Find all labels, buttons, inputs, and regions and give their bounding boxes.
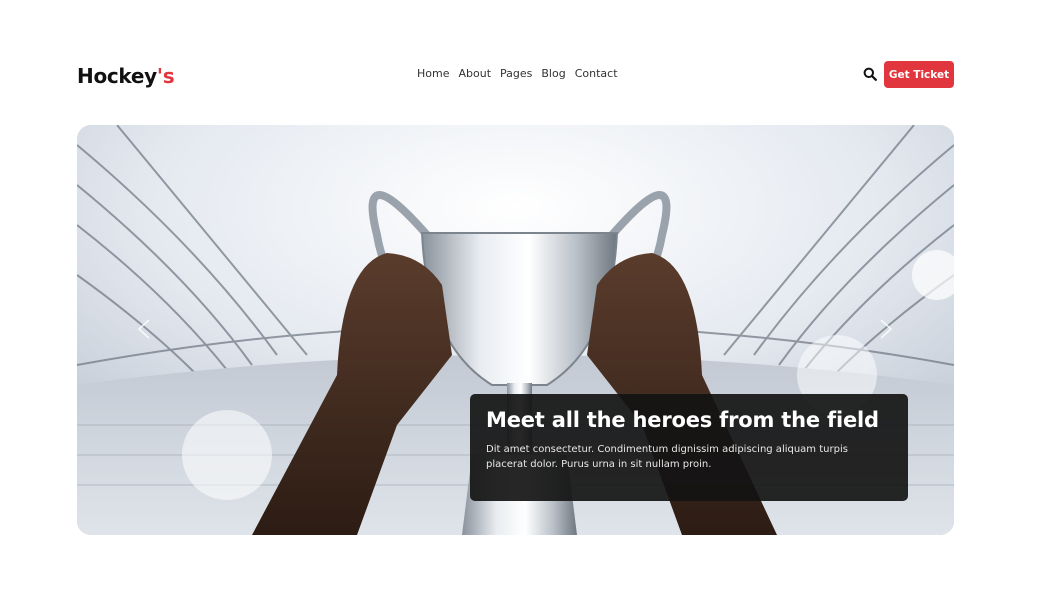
hero-caption: Meet all the heroes from the field Dit a… xyxy=(470,394,908,501)
nav-item-home[interactable]: Home xyxy=(417,67,449,80)
get-ticket-button[interactable]: Get Ticket xyxy=(884,61,954,88)
logo[interactable]: Hockey's xyxy=(77,64,175,88)
nav-item-blog[interactable]: Blog xyxy=(541,67,565,80)
chevron-left-icon[interactable] xyxy=(135,318,153,340)
nav-item-about[interactable]: About xyxy=(458,67,491,80)
chevron-right-icon[interactable] xyxy=(877,318,895,340)
hero-carousel: Meet all the heroes from the field Dit a… xyxy=(77,125,954,535)
logo-text: Hockey xyxy=(77,64,157,88)
logo-accent: 's xyxy=(156,64,175,88)
site-header: Hockey's Home About Pages Blog Contact G… xyxy=(77,58,954,92)
hero-description: Dit amet consectetur. Condimentum dignis… xyxy=(486,444,848,471)
main-nav: Home About Pages Blog Contact xyxy=(417,67,618,80)
hero-title: Meet all the heroes from the field xyxy=(486,408,879,432)
search-icon[interactable] xyxy=(863,67,877,81)
nav-item-contact[interactable]: Contact xyxy=(575,67,618,80)
nav-item-pages[interactable]: Pages xyxy=(500,67,532,80)
